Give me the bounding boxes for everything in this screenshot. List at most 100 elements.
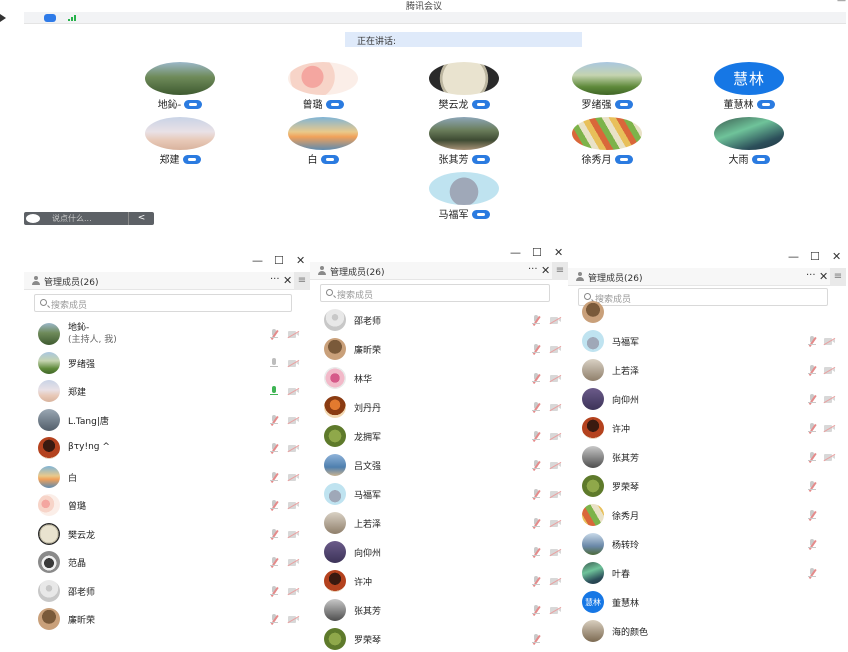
member-row[interactable]: 吕文强 xyxy=(310,453,568,479)
chat-input[interactable]: 说点什么... xyxy=(52,213,92,224)
member-row[interactable]: 郑建 xyxy=(24,379,310,405)
member-row[interactable]: 范晶 xyxy=(24,550,310,576)
close-panel-button[interactable]: ✕ xyxy=(283,274,292,287)
microphone-icon[interactable] xyxy=(270,386,278,397)
mic-muted-icon[interactable] xyxy=(808,568,817,579)
participant-tile[interactable]: 白 xyxy=(268,117,378,169)
member-row[interactable]: 杨转玲 xyxy=(568,532,846,558)
member-row[interactable]: 上若泽 xyxy=(310,511,568,537)
mic-muted-icon[interactable] xyxy=(532,402,541,413)
camera-off-icon[interactable] xyxy=(287,473,300,481)
camera-off-icon[interactable] xyxy=(287,615,300,624)
participant-tile[interactable]: 马福军 xyxy=(409,172,519,224)
camera-off-icon[interactable] xyxy=(287,501,300,510)
camera-off-icon[interactable] xyxy=(823,424,836,433)
camera-off-icon[interactable] xyxy=(823,453,836,462)
close-window-button[interactable]: ✕ xyxy=(554,246,563,259)
maximize-button[interactable]: ☐ xyxy=(274,254,284,267)
panel-menu-button[interactable]: ≡ xyxy=(830,268,846,286)
security-shield-icon[interactable] xyxy=(44,14,56,22)
camera-off-icon[interactable] xyxy=(549,403,562,412)
member-row[interactable]: 龙拥军 xyxy=(310,424,568,450)
member-row[interactable]: 许冲 xyxy=(568,416,846,442)
mic-muted-icon[interactable] xyxy=(532,518,541,529)
mic-muted-icon[interactable] xyxy=(270,471,279,483)
participant-tile[interactable]: 张其芳 xyxy=(409,117,519,169)
mic-muted-icon[interactable] xyxy=(532,547,541,558)
more-options-button[interactable]: ··· xyxy=(806,270,816,281)
microphone-icon[interactable] xyxy=(270,357,278,369)
minimize-button[interactable]: — xyxy=(510,246,521,259)
member-row[interactable]: 地鈊- (主持人, 我) xyxy=(24,322,310,348)
camera-off-icon[interactable] xyxy=(287,416,300,424)
maximize-button[interactable]: ☐ xyxy=(810,250,820,263)
mic-muted-icon[interactable] xyxy=(808,394,817,405)
minimize-button[interactable]: — xyxy=(252,254,263,267)
member-row[interactable]: 邵老师 xyxy=(310,308,568,334)
maximize-button[interactable]: ☐ xyxy=(532,246,542,259)
member-row[interactable]: 白 xyxy=(24,465,310,491)
member-row[interactable]: 刘丹丹 xyxy=(310,395,568,421)
mic-muted-icon[interactable] xyxy=(532,431,541,442)
camera-off-icon[interactable] xyxy=(287,330,300,339)
panel-menu-button[interactable]: ≡ xyxy=(294,272,310,290)
mic-muted-icon[interactable] xyxy=(270,557,279,568)
camera-off-icon[interactable] xyxy=(549,432,562,441)
network-signal-icon[interactable] xyxy=(68,15,76,21)
member-row[interactable]: 廉昕荣 xyxy=(24,607,310,633)
participant-tile[interactable]: 地鈊- xyxy=(125,62,235,114)
participant-tile[interactable]: 慧林 董慧林 xyxy=(694,62,804,114)
camera-off-icon[interactable] xyxy=(549,490,562,499)
camera-off-icon[interactable] xyxy=(549,374,562,383)
participant-tile[interactable]: 徐秀月 xyxy=(552,117,662,169)
member-row[interactable]: 林华 xyxy=(310,366,568,392)
member-row[interactable]: 邵老师 xyxy=(24,579,310,605)
more-options-button[interactable]: ··· xyxy=(528,264,538,275)
member-row[interactable]: 许冲 xyxy=(310,569,568,595)
close-panel-button[interactable]: ✕ xyxy=(541,264,550,277)
member-row[interactable]: 马福军 xyxy=(568,329,846,355)
mic-muted-icon[interactable] xyxy=(270,414,279,426)
mic-muted-icon[interactable] xyxy=(532,634,541,645)
member-row[interactable]: 罗荣琴 xyxy=(568,474,846,500)
member-row[interactable]: 向仰州 xyxy=(310,540,568,566)
member-row[interactable] xyxy=(568,300,846,326)
camera-off-icon[interactable] xyxy=(287,387,300,396)
participant-tile[interactable]: 樊云龙 xyxy=(409,62,519,114)
mic-muted-icon[interactable] xyxy=(270,443,279,454)
search-members-input[interactable]: 搜索成员 xyxy=(34,294,292,312)
mic-muted-icon[interactable] xyxy=(270,528,279,540)
mic-muted-icon[interactable] xyxy=(532,373,541,384)
member-row[interactable]: 海的颜色 xyxy=(568,619,846,645)
mic-muted-icon[interactable] xyxy=(270,585,279,597)
participant-tile[interactable]: 大雨 xyxy=(694,117,804,169)
member-row[interactable]: 张其芳 xyxy=(310,598,568,624)
mic-muted-icon[interactable] xyxy=(532,460,541,471)
camera-off-icon[interactable] xyxy=(823,395,836,404)
close-window-button[interactable]: ✕ xyxy=(832,250,841,263)
camera-off-icon[interactable] xyxy=(549,548,562,557)
mic-muted-icon[interactable] xyxy=(270,614,279,625)
camera-off-icon[interactable] xyxy=(287,558,300,567)
camera-off-icon[interactable] xyxy=(549,577,562,586)
mic-muted-icon[interactable] xyxy=(808,336,817,347)
chat-bar[interactable]: 说点什么... < xyxy=(24,212,154,225)
mic-muted-icon[interactable] xyxy=(270,329,279,340)
member-row[interactable]: 马福军 xyxy=(310,482,568,508)
close-window-button[interactable]: ✕ xyxy=(296,254,305,267)
member-row[interactable]: 上若泽 xyxy=(568,358,846,384)
chat-bubble-icon[interactable] xyxy=(26,214,40,223)
minimize-icon[interactable]: — xyxy=(837,0,846,6)
expand-arrow-icon[interactable] xyxy=(0,14,6,22)
member-row[interactable]: 曾璐 xyxy=(24,493,310,519)
camera-off-icon[interactable] xyxy=(287,359,300,367)
collapse-chat-button[interactable]: < xyxy=(128,212,154,225)
member-row[interactable]: 罗荣琴 xyxy=(310,627,568,652)
participant-tile[interactable]: 曾璐 xyxy=(268,62,378,114)
panel-menu-button[interactable]: ≡ xyxy=(552,262,568,280)
camera-off-icon[interactable] xyxy=(287,444,300,453)
mic-muted-icon[interactable] xyxy=(270,500,279,511)
mic-muted-icon[interactable] xyxy=(808,539,817,550)
member-row[interactable]: βτy!ng ^ xyxy=(24,436,310,462)
member-row[interactable]: 叶春 xyxy=(568,561,846,587)
